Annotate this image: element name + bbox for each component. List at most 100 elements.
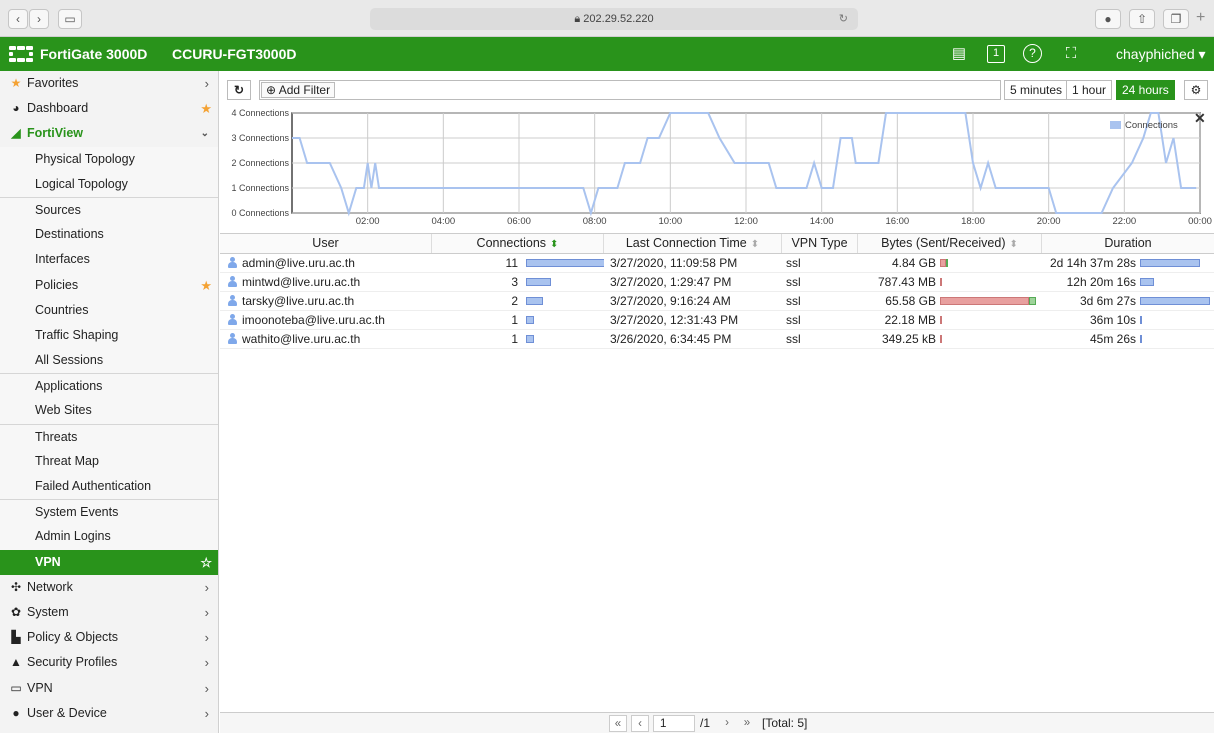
connections-bar	[526, 316, 535, 324]
sidebar-item-system-events[interactable]: System Events	[0, 499, 218, 525]
duration-value: 12h 20m 16s	[1066, 275, 1136, 289]
connections-value: 2	[511, 294, 518, 308]
legend-label: Connections	[1125, 120, 1178, 131]
time-1-hour[interactable]: 1 hour	[1066, 80, 1113, 100]
cell-user: admin@live.uru.ac.th	[220, 254, 432, 273]
user-name: mintwd@live.uru.ac.th	[242, 275, 361, 289]
cell-connections: 1	[432, 311, 604, 330]
app-header: FortiGate 3000D CCURU-FGT3000D ▤ 1 ? ⛶ c…	[0, 37, 1214, 71]
connections-bar	[526, 335, 535, 343]
fullscreen-icon[interactable]: ⛶	[1060, 44, 1082, 64]
bytes-received-bar	[940, 278, 942, 286]
column-bytes[interactable]: Bytes (Sent/Received) ⬍	[858, 234, 1042, 253]
sidebar-item-threat-map[interactable]: Threat Map	[0, 448, 218, 474]
table-row[interactable]: admin@live.uru.ac.th 11 3/27/2020, 11:09:5…	[220, 254, 1214, 273]
tabs-icon[interactable]: ❐	[1163, 9, 1189, 29]
sidebar-item-admin-logins[interactable]: Admin Logins	[0, 524, 218, 550]
favorite-star-outline-icon[interactable]: ☆	[200, 550, 212, 575]
cell-vpn-type: ssl	[786, 294, 801, 308]
privacy-icon[interactable]: ●	[1095, 9, 1121, 29]
time-24-hours[interactable]: 24 hours	[1116, 80, 1175, 100]
reload-icon[interactable]: ↻	[839, 8, 848, 30]
page-input[interactable]: 1	[653, 715, 695, 732]
duration-value: 2d 14h 37m 28s	[1049, 256, 1136, 270]
x-tick-label: 18:00	[961, 216, 985, 227]
sidebar-item-policies[interactable]: Policies ★	[0, 272, 218, 298]
sidebar-item-logical-topology[interactable]: Logical Topology	[0, 171, 218, 197]
sidebar-item-destinations[interactable]: Destinations	[0, 222, 218, 248]
table-row[interactable]: imoonoteba@live.uru.ac.th 1 3/27/2020, 12:…	[220, 311, 1214, 330]
sidebar-item-traffic-shaping[interactable]: Traffic Shaping	[0, 322, 218, 349]
sidebar-item-interfaces[interactable]: Interfaces	[0, 247, 218, 273]
filter-box[interactable]: ⊕ Add Filter	[259, 80, 1001, 100]
cell-bytes: 22.18 MB	[858, 311, 1042, 330]
column-duration[interactable]: Duration	[1042, 234, 1214, 253]
next-page-icon[interactable]: ›	[719, 715, 735, 732]
table-row[interactable]: mintwd@live.uru.ac.th 3 3/27/2020, 1:29:47…	[220, 273, 1214, 292]
back-icon[interactable]: ‹	[8, 9, 28, 29]
user-name: imoonoteba@live.uru.ac.th	[242, 313, 385, 327]
forward-icon[interactable]: ›	[29, 9, 49, 29]
cell-connections: 11	[432, 254, 604, 273]
sidebar-item-system[interactable]: ✿ System ›	[0, 600, 218, 625]
duration-value: 3d 6m 27s	[1079, 294, 1136, 308]
sidebar-item-failed-authentication[interactable]: Failed Authentication	[0, 474, 218, 500]
fortiview-icon: ◢	[11, 126, 21, 141]
sidebar-item-vpn[interactable]: ▭ VPN ›	[0, 676, 218, 701]
notification-icon[interactable]: 1	[987, 45, 1005, 63]
prev-page-icon[interactable]: ‹	[631, 715, 649, 732]
x-tick-label: 02:00	[356, 216, 380, 227]
sidebar-item-dashboard[interactable]: ◕ Dashboard ★	[0, 96, 218, 121]
refresh-icon[interactable]: ↻	[227, 80, 251, 100]
table-body: admin@live.uru.ac.th 11 3/27/2020, 11:09:5…	[220, 254, 1214, 349]
share-icon[interactable]: ⇧	[1129, 9, 1155, 29]
settings-gear-icon[interactable]: ⚙	[1184, 80, 1208, 100]
sidebar-item-user-device[interactable]: ● User & Device ›	[0, 701, 218, 726]
user-icon	[228, 276, 237, 287]
sidebar-item-countries[interactable]: Countries	[0, 297, 218, 323]
sidebar-item-fortiview[interactable]: ◢ FortiView ⌄	[0, 121, 218, 146]
favorite-star-icon[interactable]: ★	[200, 96, 212, 121]
sidebar-item-sources[interactable]: Sources	[0, 196, 218, 223]
chevron-right-icon: ›	[204, 705, 209, 721]
cell-connections: 3	[432, 273, 604, 292]
user-menu[interactable]: chayphiched ▾	[1116, 37, 1206, 71]
connections-bar	[526, 259, 604, 267]
column-user[interactable]: User	[220, 234, 432, 253]
sidebar-item-policy-objects[interactable]: ▙ Policy & Objects ›	[0, 625, 218, 650]
sidebar-item-security-profiles[interactable]: ▲ Security Profiles ›	[0, 650, 218, 675]
cell-duration: 3d 6m 27s	[1042, 292, 1214, 311]
add-filter-button[interactable]: ⊕ Add Filter	[261, 82, 336, 98]
first-page-icon[interactable]: «	[609, 715, 627, 732]
sidebar-item-physical-topology[interactable]: Physical Topology	[0, 146, 218, 172]
vpn-table: User Connections ⬍ Last Connection Time ⬍ …	[220, 233, 1214, 349]
sidebar-item-all-sessions[interactable]: All Sessions	[0, 348, 218, 374]
y-tick-label: 2 Connections	[231, 158, 289, 168]
sidebar-toggle-icon[interactable]: ▭	[58, 9, 82, 29]
column-vpn-type[interactable]: VPN Type	[782, 234, 858, 253]
duration-bar	[1140, 335, 1142, 343]
cell-vpn-type: ssl	[786, 332, 801, 346]
sidebar-item-web-sites[interactable]: Web Sites	[0, 398, 218, 424]
help-icon[interactable]: ?	[1023, 44, 1042, 63]
y-tick-label: 1 Connections	[231, 183, 289, 193]
favorite-star-icon[interactable]: ★	[200, 273, 212, 298]
bytes-value: 4.84 GB	[891, 256, 936, 270]
close-icon[interactable]: ✕	[1194, 110, 1206, 127]
last-page-icon[interactable]: »	[738, 715, 756, 732]
table-row[interactable]: wathito@live.uru.ac.th 1 3/26/2020, 6:34:4…	[220, 330, 1214, 349]
address-bar[interactable]: 🔒︎ 202.29.52.220 ↻	[370, 8, 858, 30]
column-last-connection-time[interactable]: Last Connection Time ⬍	[604, 234, 782, 253]
duration-bar	[1140, 316, 1142, 324]
sidebar-item-network[interactable]: ✣ Network ›	[0, 575, 218, 600]
cli-console-icon[interactable]: ▤	[948, 44, 970, 64]
time-5-minutes[interactable]: 5 minutes	[1004, 80, 1069, 100]
user-name: tarsky@live.uru.ac.th	[242, 294, 355, 308]
column-connections[interactable]: Connections ⬍	[432, 234, 604, 253]
sidebar-item-applications[interactable]: Applications	[0, 373, 218, 399]
new-tab-icon[interactable]: +	[1196, 9, 1205, 27]
sidebar-item-vpn-active[interactable]: VPN ☆	[0, 549, 218, 575]
table-row[interactable]: tarsky@live.uru.ac.th 2 3/27/2020, 9:16:24…	[220, 292, 1214, 311]
sidebar-item-favorites[interactable]: ★ Favorites ›	[0, 71, 218, 96]
sidebar-item-threats[interactable]: Threats	[0, 423, 218, 449]
